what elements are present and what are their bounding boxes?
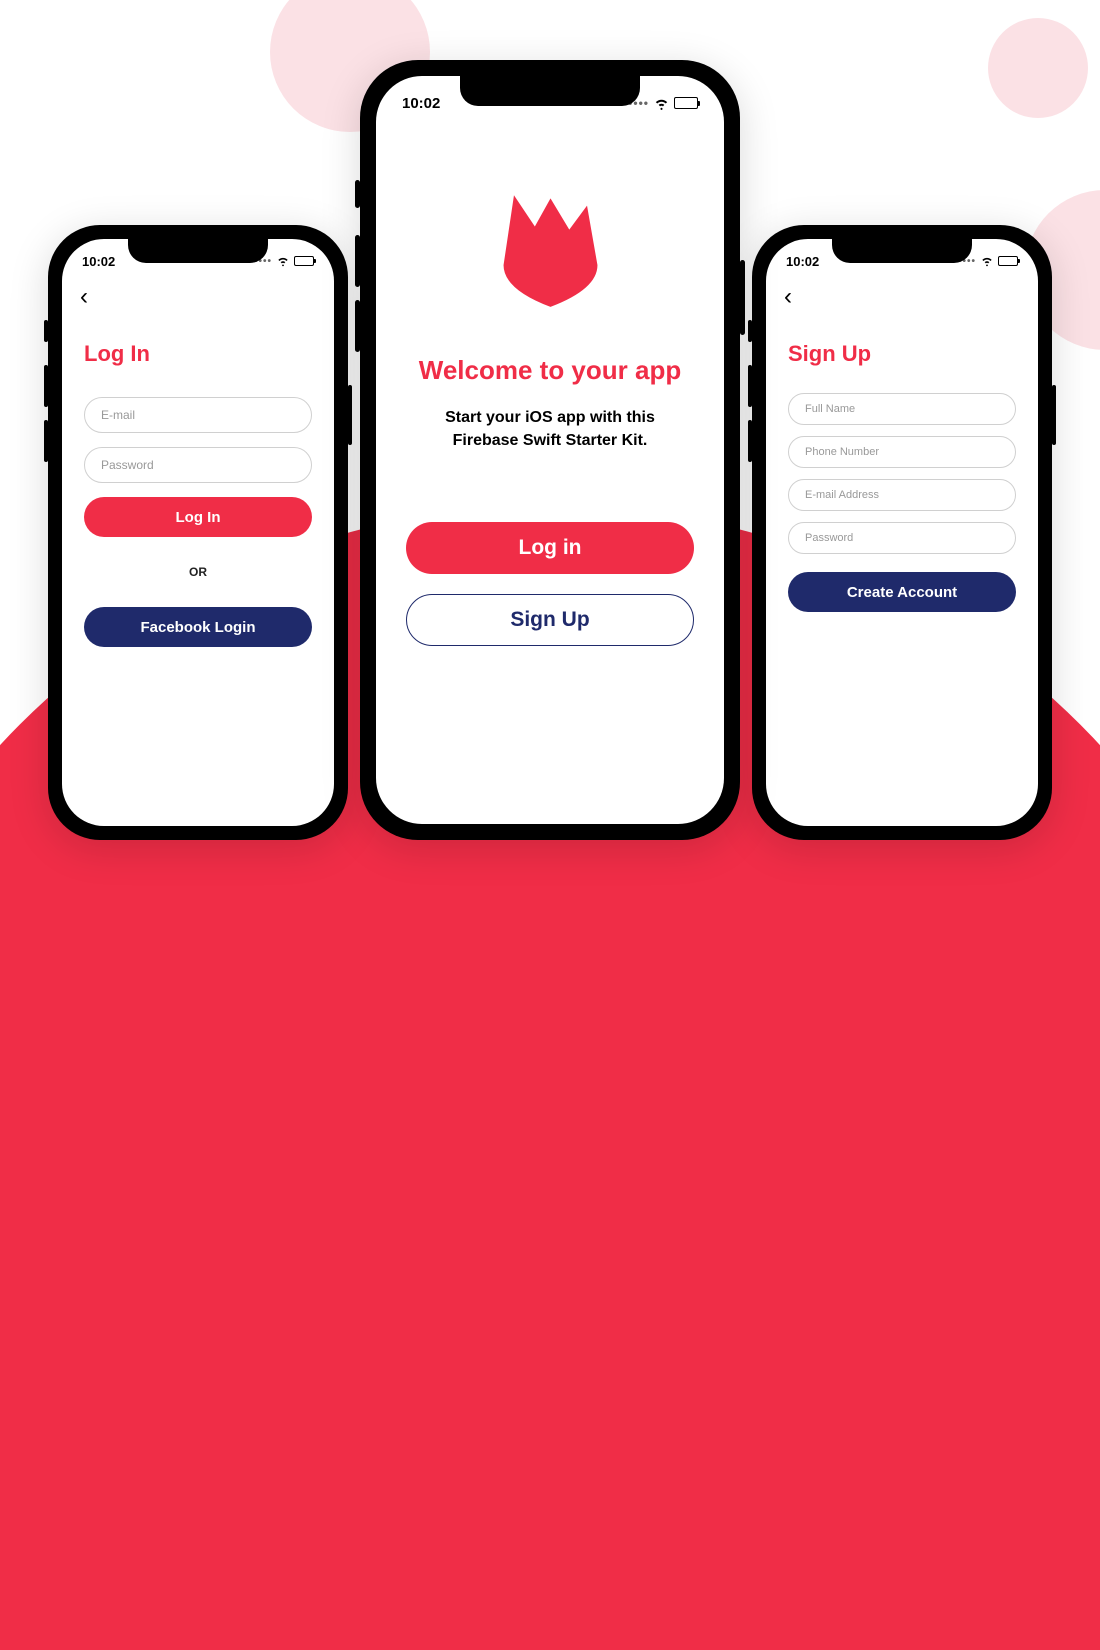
password-field[interactable]: Password (788, 522, 1016, 554)
email-field[interactable]: E-mail Address (788, 479, 1016, 511)
page-title: Sign Up (788, 341, 1016, 367)
create-account-button[interactable]: Create Account (788, 572, 1016, 612)
battery-icon (294, 256, 314, 266)
input-placeholder: Password (805, 532, 853, 544)
input-placeholder: E-mail (101, 408, 135, 422)
wifi-icon (980, 254, 994, 268)
phone-notch (460, 76, 640, 106)
flame-logo-icon (498, 190, 603, 315)
input-placeholder: Full Name (805, 403, 855, 415)
back-chevron-icon[interactable]: ‹ (80, 283, 88, 311)
fullname-field[interactable]: Full Name (788, 393, 1016, 425)
wifi-icon (653, 95, 670, 112)
phone-frame-login: 10:02 ••••• ‹ Log In E-mail Password Log… (48, 225, 348, 840)
login-button[interactable]: Log in (406, 522, 694, 574)
battery-icon (998, 256, 1018, 266)
bg-circle (988, 18, 1088, 118)
phone-notch (128, 239, 268, 263)
phone-frame-signup: 10:02 ••••• ‹ Sign Up Full Name Phone Nu… (752, 225, 1052, 840)
email-field[interactable]: E-mail (84, 397, 312, 433)
page-title: Log In (84, 341, 312, 367)
signup-button[interactable]: Sign Up (406, 594, 694, 646)
back-chevron-icon[interactable]: ‹ (784, 283, 792, 311)
login-button[interactable]: Log In (84, 497, 312, 537)
or-divider: OR (84, 565, 312, 579)
status-time: 10:02 (402, 95, 440, 112)
welcome-title: Welcome to your app (406, 355, 694, 386)
input-placeholder: Phone Number (805, 446, 879, 458)
input-placeholder: Password (101, 458, 154, 472)
status-time: 10:02 (82, 254, 115, 269)
wifi-icon (276, 254, 290, 268)
welcome-subtitle: Start your iOS app with this Firebase Sw… (406, 406, 694, 452)
phone-notch (832, 239, 972, 263)
phone-frame-welcome: 10:02 ••••• Welcome to your app Start yo… (360, 60, 740, 840)
phone-field[interactable]: Phone Number (788, 436, 1016, 468)
input-placeholder: E-mail Address (805, 489, 879, 501)
battery-icon (674, 97, 698, 109)
password-field[interactable]: Password (84, 447, 312, 483)
status-time: 10:02 (786, 254, 819, 269)
facebook-login-button[interactable]: Facebook Login (84, 607, 312, 647)
